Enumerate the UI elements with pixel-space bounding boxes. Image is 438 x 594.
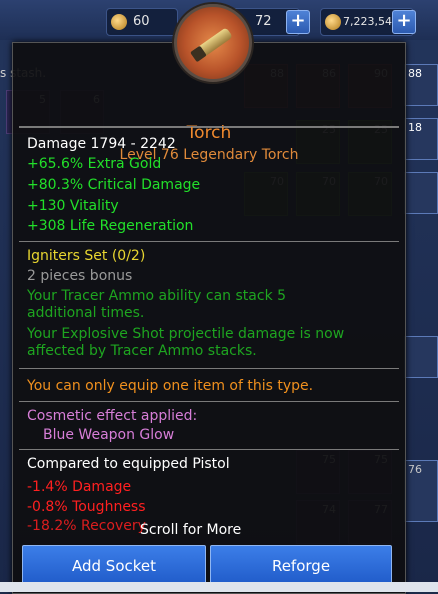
cosmetic-label: Cosmetic effect applied: — [27, 408, 198, 424]
gem-icon — [111, 14, 127, 30]
gem-count: 60 — [133, 14, 150, 29]
taskbar — [0, 582, 438, 592]
equipment-slot[interactable]: 18 — [404, 118, 438, 160]
divider — [19, 401, 399, 402]
stat-line: +308 Life Regeneration — [27, 218, 194, 234]
unique-equip-note: You can only equip one item of this type… — [27, 378, 314, 394]
item-emblem — [174, 4, 252, 82]
divider — [19, 449, 399, 450]
divider — [19, 241, 399, 242]
divider — [19, 368, 399, 369]
equipment-slot[interactable]: 88 — [404, 64, 438, 106]
gem-counter: 60 — [106, 8, 178, 36]
set-bonus-line: Your Tracer Ammo ability can stack 5 — [27, 288, 287, 304]
stat-line: +80.3% Critical Damage — [27, 177, 201, 193]
item-tooltip: Torch Level 76 Legendary Torch Damage 17… — [12, 42, 406, 594]
set-name: Igniters Set (0/2) — [27, 248, 146, 264]
stat-line: +130 Vitality — [27, 198, 119, 214]
gold-coin-icon — [325, 14, 341, 30]
set-bonus-line: Your Explosive Shot projectile damage is… — [27, 326, 345, 342]
equipment-slot[interactable]: 76 — [404, 460, 438, 522]
compare-line: -18.2% Recovery — [27, 518, 146, 534]
equipment-slot[interactable] — [404, 172, 438, 214]
scroll-hint: Scroll for More — [140, 522, 242, 538]
compare-label: Compared to equipped Pistol — [27, 456, 230, 472]
gold-count: 7,223,549 — [343, 15, 399, 28]
add-shards-button[interactable]: + — [286, 10, 310, 34]
torch-icon — [194, 27, 234, 59]
reforge-button[interactable]: Reforge — [210, 545, 392, 587]
equipment-slot[interactable] — [404, 336, 438, 378]
set-bonus-line: affected by Tracer Ammo stacks. — [27, 343, 257, 359]
set-bonus-label: 2 pieces bonus — [27, 268, 133, 284]
compare-line: -0.8% Toughness — [27, 499, 146, 515]
set-bonus-line: additional times. — [27, 305, 145, 321]
stat-line: +65.6% Extra Gold — [27, 156, 162, 172]
add-socket-button[interactable]: Add Socket — [22, 545, 206, 587]
compare-line: -1.4% Damage — [27, 479, 132, 495]
damage-stat: Damage 1794 - 2242 — [27, 136, 176, 152]
shard-count: 72 — [255, 14, 272, 29]
cosmetic-value: Blue Weapon Glow — [43, 427, 175, 443]
add-gold-button[interactable]: + — [392, 10, 416, 34]
